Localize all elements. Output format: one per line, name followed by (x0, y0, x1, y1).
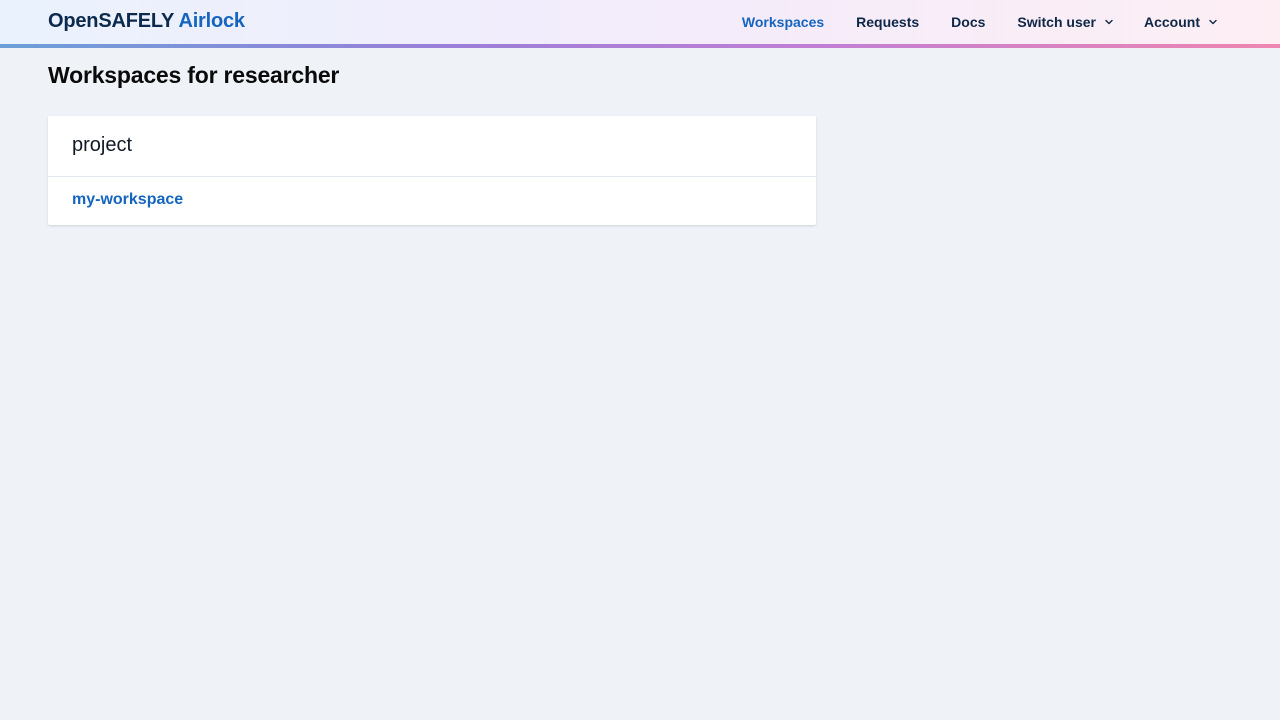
top-navigation-bar: OpenSAFELY Airlock Workspaces Requests D… (0, 0, 1280, 48)
workspace-list: my-workspace (48, 177, 816, 225)
chevron-down-icon (1208, 17, 1218, 27)
switch-user-menu[interactable]: Switch user (1001, 14, 1128, 30)
switch-user-label: Switch user (1017, 14, 1096, 30)
project-card: project my-workspace (48, 116, 816, 225)
workspace-link[interactable]: my-workspace (72, 191, 183, 208)
nav-requests-link[interactable]: Requests (840, 14, 935, 30)
brand-secondary: Airlock (178, 10, 245, 32)
brand-primary: OpenSAFELY (48, 10, 174, 32)
project-name: project (72, 134, 133, 156)
chevron-down-icon (1104, 17, 1114, 27)
project-card-header: project (48, 116, 816, 177)
nav-workspaces-link[interactable]: Workspaces (726, 14, 840, 30)
main-nav: Workspaces Requests Docs Switch user Acc… (726, 0, 1232, 44)
main-content: Workspaces for researcher (48, 62, 339, 89)
nav-docs-link[interactable]: Docs (935, 14, 1001, 30)
app-logo[interactable]: OpenSAFELY Airlock (48, 10, 245, 33)
account-menu[interactable]: Account (1128, 14, 1232, 30)
page-title: Workspaces for researcher (48, 62, 340, 88)
account-label: Account (1144, 14, 1200, 30)
